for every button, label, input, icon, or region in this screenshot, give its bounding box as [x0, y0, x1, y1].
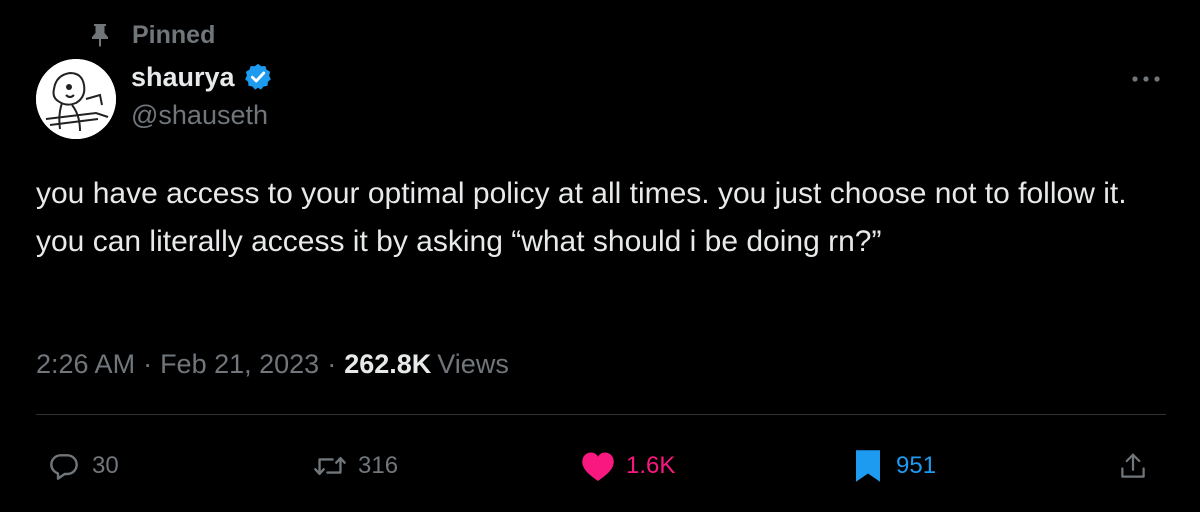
tweet-time[interactable]: 2:26 AM — [36, 349, 135, 380]
like-count: 1.6K — [626, 452, 676, 479]
bookmark-count: 951 — [896, 452, 937, 479]
share-icon — [1115, 448, 1151, 484]
bookmark-icon — [850, 448, 886, 484]
retweet-icon — [312, 448, 348, 484]
heart-icon — [580, 448, 616, 484]
views-count: 262.8K — [344, 348, 432, 379]
meta-separator: · — [327, 348, 337, 379]
tweet-text: you have access to your optimal policy a… — [36, 177, 1127, 258]
pin-icon — [86, 21, 114, 49]
author-block: shaurya @shauseth — [131, 58, 273, 131]
divider — [36, 414, 1166, 415]
reply-button[interactable]: 30 — [46, 446, 119, 486]
retweet-count: 316 — [358, 452, 399, 479]
author-handle[interactable]: @shauseth — [131, 100, 273, 131]
more-dots-icon — [1131, 70, 1161, 88]
tweet-meta: 2:26 AM · Feb 21, 2023 · 262.8K Views — [36, 344, 509, 384]
verified-badge-icon — [243, 62, 273, 92]
share-button[interactable] — [1115, 446, 1151, 486]
reply-icon — [46, 448, 82, 484]
pinned-indicator: Pinned — [86, 18, 215, 52]
tweet-date[interactable]: Feb 21, 2023 — [160, 349, 319, 380]
meta-separator: · — [143, 348, 153, 379]
reply-count: 30 — [92, 452, 119, 479]
more-options-button[interactable] — [1128, 64, 1164, 94]
bookmark-button[interactable]: 951 — [850, 446, 936, 486]
retweet-button[interactable]: 316 — [312, 446, 398, 486]
avatar[interactable] — [36, 59, 116, 139]
author-display-name[interactable]: shaurya — [131, 62, 235, 93]
pinned-label: Pinned — [132, 20, 216, 49]
views-label: Views — [437, 348, 509, 379]
like-button[interactable]: 1.6K — [580, 446, 675, 486]
